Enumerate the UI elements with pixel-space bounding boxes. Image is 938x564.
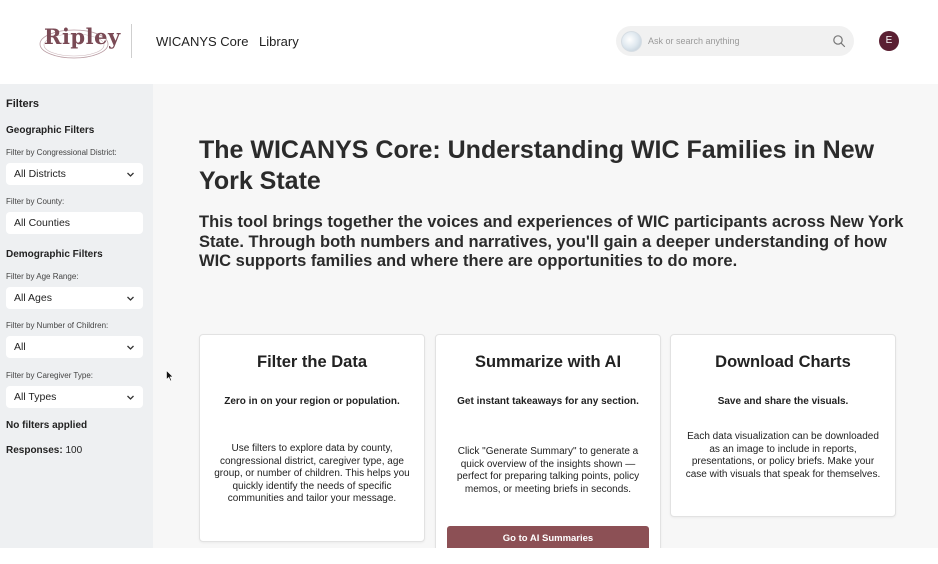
county-filter-label: Filter by County: <box>6 197 65 206</box>
chevron-down-icon <box>127 172 134 177</box>
filters-sidebar: Filters Geographic Filters Filter by Con… <box>0 84 153 548</box>
card-title: Filter the Data <box>256 353 368 371</box>
ripley-logo[interactable]: Ripley <box>38 22 120 60</box>
district-select-value: All Districts <box>14 168 66 180</box>
responses-count: Responses: 100 <box>6 445 82 456</box>
card-title: Summarize with AI <box>474 353 622 371</box>
card-body: Use filters to explore data by county, c… <box>214 443 410 504</box>
card-subtitle: Save and share the visuals. <box>717 396 849 407</box>
nav-library[interactable]: Library <box>259 34 299 49</box>
card-body: Each data visualization can be downloade… <box>685 431 881 480</box>
county-select[interactable]: All Counties <box>6 212 143 234</box>
page-title: The WICANYS Core: Understanding WIC Fami… <box>199 136 875 195</box>
card-download-charts: Download Charts Save and share the visua… <box>670 334 896 517</box>
district-filter-label: Filter by Congressional District: <box>6 148 117 157</box>
chevron-down-icon <box>127 296 134 301</box>
top-header: Ripley WICANYS Core Library E <box>0 0 938 82</box>
age-select[interactable]: All Ages <box>6 287 143 309</box>
main-content: The WICANYS Core: Understanding WIC Fami… <box>153 84 938 554</box>
children-select-value: All <box>14 341 26 353</box>
search-bar[interactable] <box>616 26 854 56</box>
demographic-filters-heading: Demographic Filters <box>6 249 103 260</box>
intro-paragraph: This tool brings together the voices and… <box>199 213 904 270</box>
bottom-strip <box>0 548 938 564</box>
card-subtitle: Zero in on your region or population. <box>224 396 400 407</box>
geographic-filters-heading: Geographic Filters <box>6 125 95 136</box>
user-avatar[interactable]: E <box>879 31 899 51</box>
filters-title: Filters <box>6 98 40 110</box>
responses-label: Responses: <box>6 445 63 456</box>
district-select[interactable]: All Districts <box>6 163 143 185</box>
caregiver-select-value: All Types <box>14 391 57 403</box>
card-summarize-with-ai: Summarize with AI Get instant takeaways … <box>435 334 661 554</box>
caregiver-filter-label: Filter by Caregiver Type: <box>6 371 93 380</box>
age-filter-label: Filter by Age Range: <box>6 272 79 281</box>
search-input[interactable] <box>648 33 818 49</box>
mouse-cursor-icon <box>166 370 174 382</box>
filter-status: No filters applied <box>6 420 88 431</box>
logo-text: Ripley <box>44 24 121 49</box>
card-title: Download Charts <box>715 353 851 371</box>
ai-orb-icon[interactable] <box>621 31 642 52</box>
chevron-down-icon <box>127 395 134 400</box>
county-select-value: All Counties <box>14 217 71 229</box>
caregiver-select[interactable]: All Types <box>6 386 143 408</box>
card-body: Click "Generate Summary" to generate a q… <box>456 446 640 495</box>
card-filter-the-data: Filter the Data Zero in on your region o… <box>199 334 425 542</box>
children-filter-label: Filter by Number of Children: <box>6 321 109 330</box>
children-select[interactable]: All <box>6 336 143 358</box>
search-icon[interactable] <box>832 34 846 48</box>
age-select-value: All Ages <box>14 292 52 304</box>
card-subtitle: Get instant takeaways for any section. <box>457 396 639 407</box>
responses-value: 100 <box>65 445 83 456</box>
nav-wicanys-core[interactable]: WICANYS Core <box>156 34 248 49</box>
header-divider <box>131 24 132 58</box>
chevron-down-icon <box>127 345 134 350</box>
